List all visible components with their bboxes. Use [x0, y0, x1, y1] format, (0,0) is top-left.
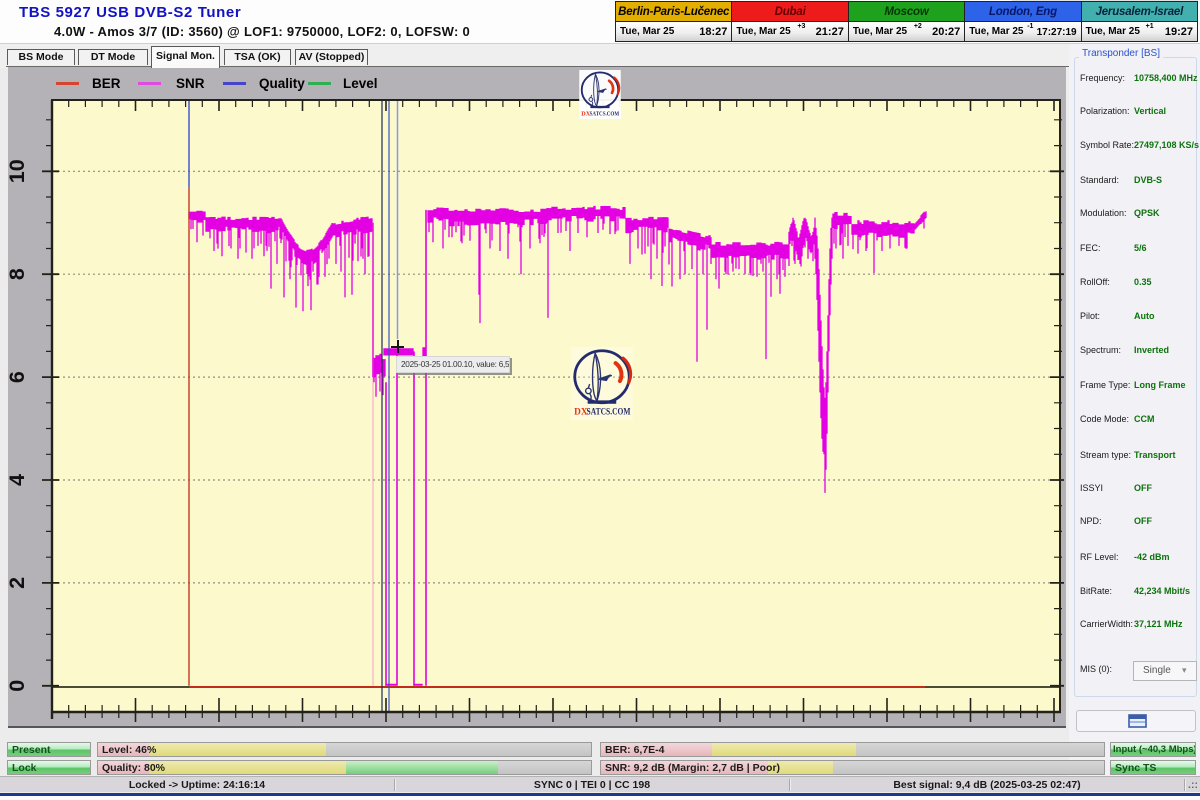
- svg-text:SATCS.COM: SATCS.COM: [590, 110, 620, 117]
- svg-text:0: 0: [5, 680, 29, 692]
- svg-text:DX: DX: [574, 407, 588, 417]
- svg-text:10: 10: [5, 159, 29, 183]
- svg-text:8: 8: [5, 268, 29, 280]
- svg-text:SATCS.COM: SATCS.COM: [587, 407, 631, 417]
- svg-text:6: 6: [5, 371, 29, 383]
- svg-text:2: 2: [5, 577, 29, 589]
- svg-text:4: 4: [5, 474, 29, 486]
